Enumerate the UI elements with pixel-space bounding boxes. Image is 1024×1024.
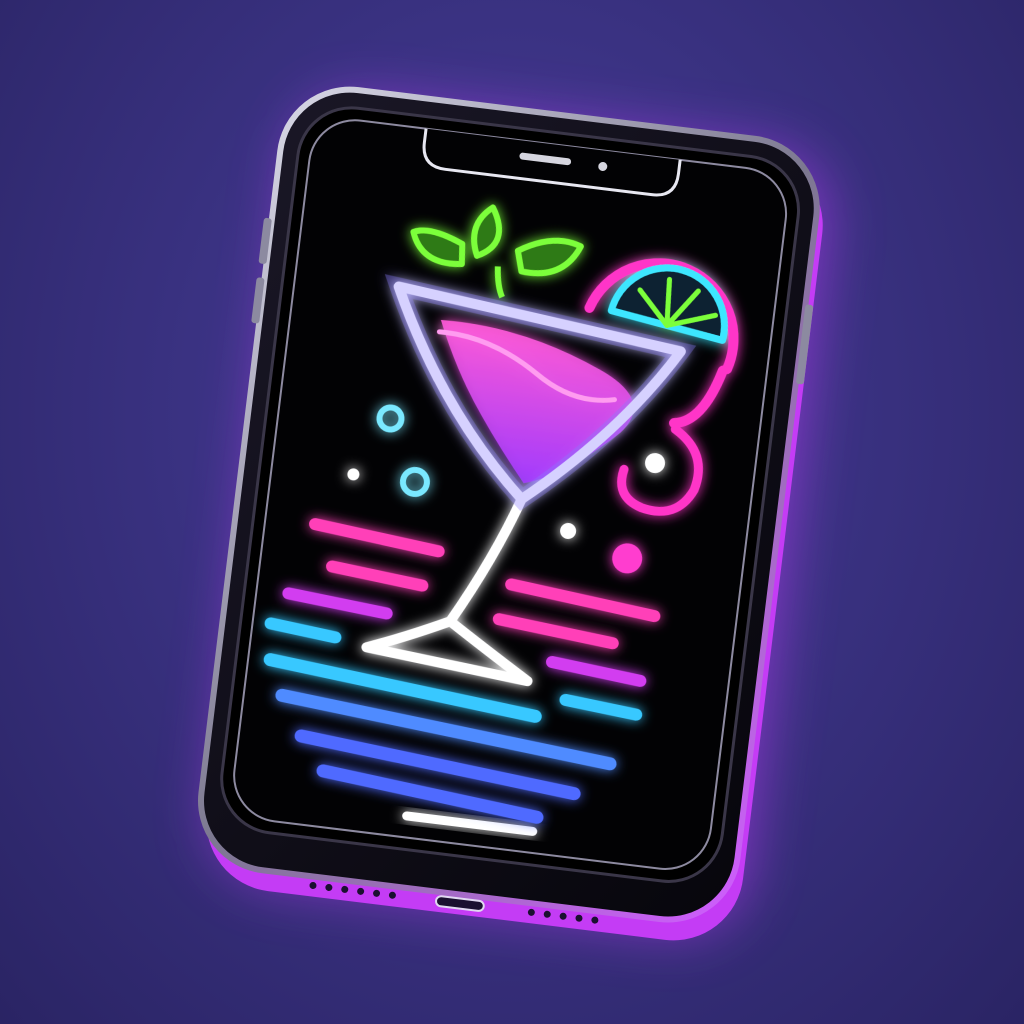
phone-illustration bbox=[198, 86, 828, 941]
neon-illustration bbox=[0, 0, 1024, 1024]
